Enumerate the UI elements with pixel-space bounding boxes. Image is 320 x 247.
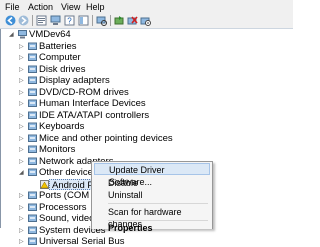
toolbar-separator	[110, 15, 111, 26]
expand-icon	[31, 182, 37, 188]
network-adapter-icon	[28, 157, 37, 165]
menu-action[interactable]: Action	[27, 1, 54, 13]
scan-hardware-menu-item[interactable]: Scan for hardware changes	[94, 206, 210, 229]
expand-icon[interactable]: ▷	[19, 55, 25, 61]
menu-separator	[108, 203, 208, 204]
expand-icon[interactable]: ▷	[19, 159, 25, 165]
dvd-icon	[28, 88, 37, 96]
disk-drive-icon	[28, 65, 37, 73]
monitor-icon	[28, 145, 37, 153]
expand-icon[interactable]: ▷	[19, 113, 25, 119]
computer-icon[interactable]	[50, 15, 61, 26]
tree-item[interactable]: Human Interface Devices	[39, 98, 146, 109]
collapse-root-icon[interactable]: ◢	[9, 32, 15, 38]
unknown-device-warning-icon	[40, 179, 49, 189]
toolbar: ?	[0, 13, 293, 29]
display-adapter-icon	[28, 76, 37, 84]
svg-text:?: ?	[67, 17, 72, 26]
properties-label: Properties	[108, 223, 153, 233]
hid-icon	[28, 99, 37, 107]
tree-root[interactable]: VMDev64	[29, 29, 71, 40]
ide-controller-icon	[28, 111, 37, 119]
sound-icon	[28, 214, 37, 222]
uninstall-label: Uninstall	[108, 190, 143, 200]
tree-item[interactable]: Other devices	[39, 167, 98, 178]
menu-file[interactable]: File	[4, 1, 21, 13]
tree-item[interactable]: Disk drives	[39, 64, 85, 75]
collapse-icon[interactable]: ◢	[19, 170, 25, 176]
expand-icon[interactable]: ▷	[19, 124, 25, 130]
tree-item[interactable]: Monitors	[39, 144, 75, 155]
expand-icon[interactable]: ▷	[19, 136, 25, 142]
menu-separator	[108, 220, 208, 221]
keyboard-icon	[28, 122, 37, 130]
tree-item[interactable]: Universal Serial Bus	[39, 236, 125, 247]
help-icon[interactable]: ?	[64, 15, 75, 26]
expand-icon[interactable]: ▷	[19, 147, 25, 153]
back-icon[interactable]	[5, 15, 16, 26]
expand-icon[interactable]: ▷	[19, 228, 25, 234]
update-driver-menu-item[interactable]: Update Driver Software...	[94, 163, 210, 187]
other-devices-icon	[28, 168, 37, 176]
menu-view[interactable]: View	[60, 1, 81, 13]
toolbar-separator	[92, 15, 93, 26]
system-device-icon	[28, 226, 37, 234]
disable-label: Disable	[108, 178, 139, 188]
tree-item[interactable]: Batteries	[39, 41, 77, 52]
scan-hardware-icon[interactable]	[96, 15, 107, 26]
expand-icon[interactable]: ▷	[19, 193, 25, 199]
tree-item[interactable]: Display adapters	[39, 75, 110, 86]
expand-icon[interactable]: ▷	[19, 205, 25, 211]
properties-menu-item[interactable]: Properties	[94, 222, 210, 234]
mouse-icon	[28, 134, 37, 142]
view-icon[interactable]	[78, 15, 89, 26]
expand-icon[interactable]: ▷	[19, 90, 25, 96]
forward-icon[interactable]	[18, 15, 29, 26]
computer-icon	[18, 30, 27, 39]
battery-icon	[28, 42, 37, 50]
computer-icon	[28, 53, 37, 61]
processor-icon	[28, 203, 37, 211]
toolbar-separator	[32, 15, 33, 26]
tree-item[interactable]: Computer	[39, 52, 81, 63]
uninstall-icon[interactable]	[127, 15, 138, 26]
menu-help[interactable]: Help	[85, 1, 106, 13]
tree-item[interactable]: Keyboards	[39, 121, 84, 132]
expand-icon[interactable]: ▷	[19, 101, 25, 107]
tree-item[interactable]: Processors	[39, 202, 87, 213]
tree-item[interactable]: DVD/CD-ROM drives	[39, 87, 129, 98]
properties-icon[interactable]	[36, 15, 47, 26]
disable-menu-item[interactable]: Disable	[94, 177, 210, 189]
expand-icon[interactable]: ▷	[19, 78, 25, 84]
tree-item[interactable]: IDE ATA/ATAPI controllers	[39, 110, 149, 121]
usb-icon	[28, 237, 37, 245]
expand-icon[interactable]: ▷	[19, 216, 25, 222]
menu-bar: File Action View Help	[0, 0, 293, 13]
context-menu: Update Driver Software... Disable Uninst…	[91, 161, 213, 233]
update-driver-icon[interactable]	[114, 15, 125, 26]
expand-icon[interactable]: ▷	[19, 67, 25, 73]
tree-item[interactable]: Mice and other pointing devices	[39, 133, 173, 144]
port-icon	[28, 191, 37, 199]
disable-icon[interactable]	[140, 15, 151, 26]
uninstall-menu-item[interactable]: Uninstall	[94, 189, 210, 201]
expand-icon[interactable]: ▷	[19, 44, 25, 50]
